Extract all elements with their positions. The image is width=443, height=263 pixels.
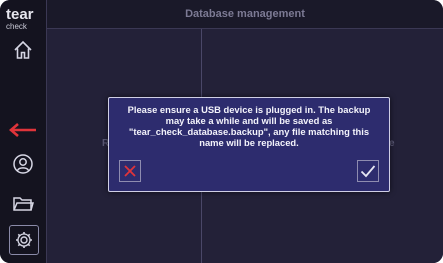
sidebar: tear check bbox=[0, 0, 47, 263]
tearcheck-logo: tear check bbox=[6, 7, 42, 31]
folder-icon bbox=[13, 197, 34, 211]
check-icon bbox=[360, 165, 376, 178]
page-title: Database management bbox=[185, 8, 305, 20]
user-button[interactable] bbox=[7, 148, 39, 180]
dialog-message: Please ensure a USB device is plugged in… bbox=[127, 104, 371, 148]
folder-button[interactable] bbox=[7, 188, 39, 220]
back-button[interactable] bbox=[7, 114, 39, 146]
cancel-button[interactable] bbox=[119, 160, 141, 182]
confirm-button[interactable] bbox=[357, 160, 379, 182]
logo-line2: check bbox=[6, 22, 27, 31]
close-icon bbox=[124, 165, 136, 177]
settings-button[interactable] bbox=[9, 225, 39, 255]
gear-icon bbox=[16, 232, 32, 248]
title-bar: Database management bbox=[47, 0, 443, 29]
home-icon bbox=[14, 40, 32, 59]
user-icon bbox=[13, 154, 33, 174]
backup-confirm-dialog: Please ensure a USB device is plugged in… bbox=[108, 97, 390, 192]
logo-line1: tear bbox=[6, 6, 34, 23]
device-screen: tear check Database management R e Pleas… bbox=[0, 0, 443, 263]
home-button[interactable] bbox=[7, 34, 39, 66]
back-arrow-icon bbox=[9, 123, 36, 137]
